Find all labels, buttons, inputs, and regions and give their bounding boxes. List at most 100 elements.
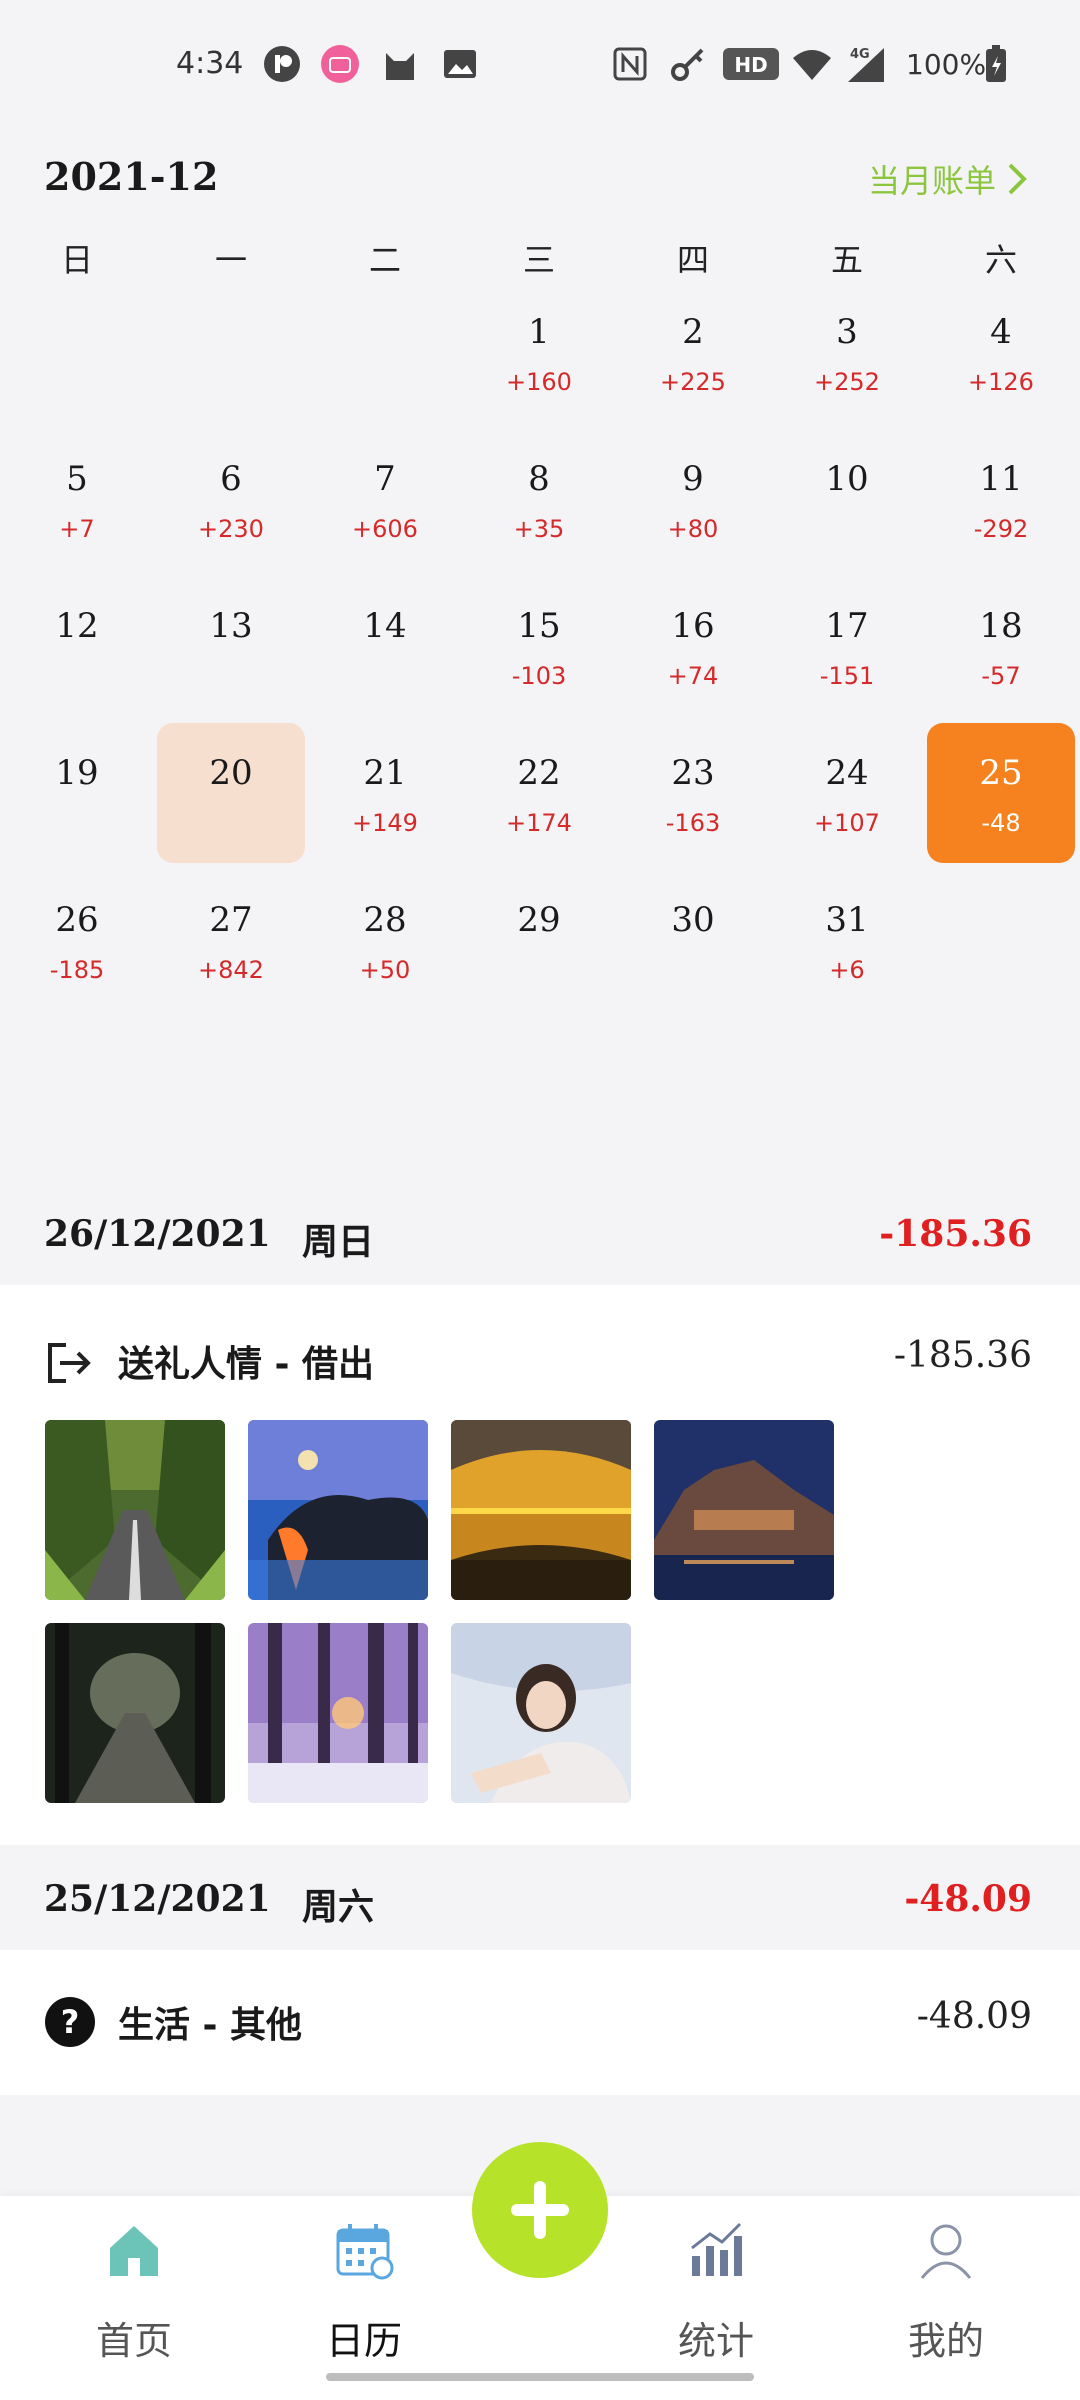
- calendar-day[interactable]: 7 +606: [311, 429, 459, 569]
- question-icon: ?: [44, 1996, 96, 2048]
- calendar-day-amount: -163: [665, 809, 721, 837]
- add-record-button[interactable]: [472, 2142, 608, 2278]
- home-icon: [104, 2220, 164, 2280]
- record-day-total: -185.36: [879, 1213, 1032, 1255]
- calendar-day[interactable]: 24 +107: [773, 723, 921, 863]
- calendar-day[interactable]: 25 -48: [927, 723, 1075, 863]
- calendar-day-amount: +842: [198, 956, 264, 984]
- calendar-day[interactable]: 6 +230: [157, 429, 305, 569]
- calendar-day-number: 20: [209, 753, 253, 793]
- calendar-day-number: 30: [671, 900, 715, 940]
- calendar-day[interactable]: 19: [3, 723, 151, 863]
- calendar-day-number: 5: [66, 459, 88, 499]
- calendar-day-number: 11: [979, 459, 1023, 499]
- calendar-day[interactable]: 26 -185: [3, 870, 151, 1010]
- calendar-day[interactable]: 2 +225: [619, 282, 767, 422]
- calendar-day-amount: +50: [359, 956, 411, 984]
- calendar-day[interactable]: 12: [3, 576, 151, 716]
- profile-icon: [916, 2220, 976, 2280]
- calendar-day-amount: +606: [352, 515, 418, 543]
- night-island-photo[interactable]: [654, 1420, 834, 1600]
- calendar-day[interactable]: 1 +160: [465, 282, 613, 422]
- calendar-grid: 1 +160 2 +225 3 +252 4 +126 5 +7 6 +230 7 +606 8 +35 9 +8…: [0, 0, 1080, 1100]
- calendar-day-amount: +252: [814, 368, 880, 396]
- calendar-day[interactable]: 9 +80: [619, 429, 767, 569]
- calendar-day-amount: +160: [506, 368, 572, 396]
- calendar-day[interactable]: 20: [157, 723, 305, 863]
- calendar-day-number: 28: [363, 900, 407, 940]
- calendar-day-amount: -151: [819, 662, 875, 690]
- calendar-day[interactable]: 13: [157, 576, 305, 716]
- calendar-day[interactable]: 23 -163: [619, 723, 767, 863]
- calendar-day-number: 9: [682, 459, 704, 499]
- calendar-day-number: 13: [209, 606, 253, 646]
- calendar-day-number: 14: [363, 606, 407, 646]
- calendar-day[interactable]: 22 +174: [465, 723, 613, 863]
- calendar-day-amount: +6: [829, 956, 865, 984]
- record-entry[interactable]: 送礼人情 - 借出 -185.36: [0, 1285, 1080, 1845]
- calendar-day-number: 25: [979, 753, 1023, 793]
- calendar-day-number: 24: [825, 753, 869, 793]
- calendar-day[interactable]: 18 -57: [927, 576, 1075, 716]
- nav-home-label: 首页: [95, 2319, 172, 2363]
- calendar-day-number: 8: [528, 459, 550, 499]
- export-icon: [44, 1337, 96, 1389]
- calendar-day[interactable]: 11 -292: [927, 429, 1075, 569]
- calendar-day-number: 12: [55, 606, 99, 646]
- nav-profile[interactable]: 我的: [866, 2210, 1026, 2363]
- calendar-day-amount: +149: [352, 809, 418, 837]
- calendar-day-number: 4: [990, 312, 1012, 352]
- record-category: 送礼人情 - 借出: [118, 1344, 375, 1385]
- calendar-day-amount: -292: [973, 515, 1029, 543]
- nav-statistics[interactable]: 统计: [636, 2210, 796, 2363]
- sunset-lake-photo[interactable]: [451, 1420, 631, 1600]
- calendar-day-amount: +107: [814, 809, 880, 837]
- nav-home[interactable]: 首页: [54, 2210, 214, 2363]
- nav-calendar[interactable]: 日历: [284, 2210, 444, 2363]
- record-day-total: -48.09: [904, 1878, 1032, 1920]
- calendar-day-number: 16: [671, 606, 715, 646]
- record-date: 25/12/2021: [44, 1878, 271, 1920]
- calendar-day[interactable]: 17 -151: [773, 576, 921, 716]
- day-summary-header: 26/12/2021 周日 -185.36: [0, 1185, 1080, 1281]
- record-weekday: 周日: [302, 1222, 375, 1263]
- calendar-day[interactable]: 10: [773, 429, 921, 569]
- calendar-day-number: 31: [825, 900, 869, 940]
- record-date: 26/12/2021: [44, 1213, 271, 1255]
- calendar-day[interactable]: 14: [311, 576, 459, 716]
- calendar-day[interactable]: 28 +50: [311, 870, 459, 1010]
- calendar-day-number: 27: [209, 900, 253, 940]
- calendar-day-number: 19: [55, 753, 99, 793]
- calendar-day[interactable]: 16 +74: [619, 576, 767, 716]
- calendar-day-amount: +35: [513, 515, 565, 543]
- calendar-day[interactable]: 30: [619, 870, 767, 1010]
- calendar-day[interactable]: 27 +842: [157, 870, 305, 1010]
- calendar-day-amount: +126: [968, 368, 1034, 396]
- tree-road-photo[interactable]: [45, 1420, 225, 1600]
- calendar-day[interactable]: 29: [465, 870, 613, 1010]
- calendar-day-amount: -103: [511, 662, 567, 690]
- calendar-day-amount: +225: [660, 368, 726, 396]
- calendar-day-number: 26: [55, 900, 99, 940]
- forest-path-photo[interactable]: [45, 1623, 225, 1803]
- calendar-day[interactable]: 4 +126: [927, 282, 1075, 422]
- calendar-day-amount: -185: [49, 956, 105, 984]
- calendar-day[interactable]: 3 +252: [773, 282, 921, 422]
- calendar-day[interactable]: 15 -103: [465, 576, 613, 716]
- calendar-day[interactable]: 5 +7: [3, 429, 151, 569]
- girl-portrait-photo[interactable]: [451, 1623, 631, 1803]
- calendar-day-amount: +230: [198, 515, 264, 543]
- lava-coast-photo[interactable]: [248, 1420, 428, 1600]
- home-indicator[interactable]: [326, 2373, 754, 2381]
- calendar-day-number: 6: [220, 459, 242, 499]
- calendar-day-amount: +74: [667, 662, 719, 690]
- calendar-day[interactable]: 8 +35: [465, 429, 613, 569]
- nav-profile-label: 我的: [907, 2319, 984, 2363]
- snow-forest-photo[interactable]: [248, 1623, 428, 1803]
- calendar-day-amount: +174: [506, 809, 572, 837]
- calendar-day[interactable]: 31 +6: [773, 870, 921, 1010]
- record-entry[interactable]: ? 生活 - 其他 -48.09: [0, 1950, 1080, 2095]
- calendar-day[interactable]: 21 +149: [311, 723, 459, 863]
- calendar-icon: [334, 2220, 394, 2280]
- calendar-day-number: 7: [374, 459, 396, 499]
